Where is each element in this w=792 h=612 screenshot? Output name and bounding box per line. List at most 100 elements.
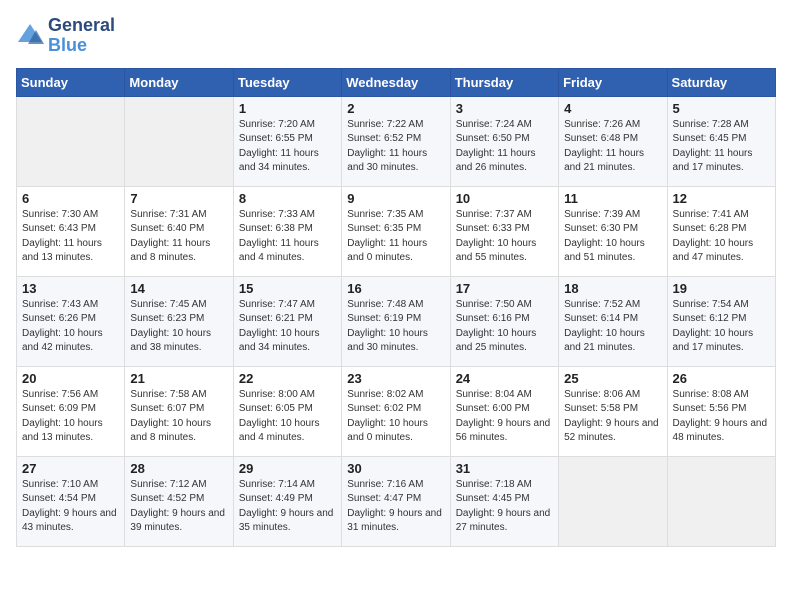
calendar-cell: 15 Sunrise: 7:47 AMSunset: 6:21 PMDaylig…	[233, 276, 341, 366]
day-number: 17	[456, 281, 553, 296]
calendar-cell: 8 Sunrise: 7:33 AMSunset: 6:38 PMDayligh…	[233, 186, 341, 276]
day-number: 4	[564, 101, 661, 116]
day-info: Sunrise: 7:37 AMSunset: 6:33 PMDaylight:…	[456, 208, 553, 266]
calendar-cell: 1 Sunrise: 7:20 AMSunset: 6:55 PMDayligh…	[233, 96, 341, 186]
calendar-cell: 24 Sunrise: 8:04 AMSunset: 6:00 PMDaylig…	[450, 366, 558, 456]
day-info: Sunrise: 7:31 AMSunset: 6:40 PMDaylight:…	[130, 208, 227, 266]
calendar-cell: 21 Sunrise: 7:58 AMSunset: 6:07 PMDaylig…	[125, 366, 233, 456]
calendar-cell: 2 Sunrise: 7:22 AMSunset: 6:52 PMDayligh…	[342, 96, 450, 186]
day-number: 2	[347, 101, 444, 116]
day-number: 3	[456, 101, 553, 116]
calendar-cell: 9 Sunrise: 7:35 AMSunset: 6:35 PMDayligh…	[342, 186, 450, 276]
calendar-cell: 25 Sunrise: 8:06 AMSunset: 5:58 PMDaylig…	[559, 366, 667, 456]
day-number: 1	[239, 101, 336, 116]
day-number: 10	[456, 191, 553, 206]
day-number: 12	[673, 191, 770, 206]
day-info: Sunrise: 8:04 AMSunset: 6:00 PMDaylight:…	[456, 388, 553, 446]
day-number: 13	[22, 281, 119, 296]
calendar-cell: 5 Sunrise: 7:28 AMSunset: 6:45 PMDayligh…	[667, 96, 775, 186]
day-number: 23	[347, 371, 444, 386]
weekday-row: SundayMondayTuesdayWednesdayThursdayFrid…	[17, 68, 776, 96]
day-info: Sunrise: 7:41 AMSunset: 6:28 PMDaylight:…	[673, 208, 770, 266]
calendar-week-row: 6 Sunrise: 7:30 AMSunset: 6:43 PMDayligh…	[17, 186, 776, 276]
day-number: 15	[239, 281, 336, 296]
day-number: 29	[239, 461, 336, 476]
calendar-cell: 19 Sunrise: 7:54 AMSunset: 6:12 PMDaylig…	[667, 276, 775, 366]
day-number: 30	[347, 461, 444, 476]
day-info: Sunrise: 8:06 AMSunset: 5:58 PMDaylight:…	[564, 388, 661, 446]
day-number: 24	[456, 371, 553, 386]
calendar-cell: 6 Sunrise: 7:30 AMSunset: 6:43 PMDayligh…	[17, 186, 125, 276]
calendar-week-row: 13 Sunrise: 7:43 AMSunset: 6:26 PMDaylig…	[17, 276, 776, 366]
weekday-header: Monday	[125, 68, 233, 96]
calendar-cell: 13 Sunrise: 7:43 AMSunset: 6:26 PMDaylig…	[17, 276, 125, 366]
calendar-cell	[667, 456, 775, 546]
day-info: Sunrise: 7:22 AMSunset: 6:52 PMDaylight:…	[347, 118, 444, 176]
day-info: Sunrise: 7:24 AMSunset: 6:50 PMDaylight:…	[456, 118, 553, 176]
calendar-table: SundayMondayTuesdayWednesdayThursdayFrid…	[16, 68, 776, 547]
calendar-cell: 27 Sunrise: 7:10 AMSunset: 4:54 PMDaylig…	[17, 456, 125, 546]
day-info: Sunrise: 7:33 AMSunset: 6:38 PMDaylight:…	[239, 208, 336, 266]
calendar-week-row: 1 Sunrise: 7:20 AMSunset: 6:55 PMDayligh…	[17, 96, 776, 186]
day-info: Sunrise: 7:20 AMSunset: 6:55 PMDaylight:…	[239, 118, 336, 176]
day-number: 31	[456, 461, 553, 476]
day-number: 6	[22, 191, 119, 206]
day-number: 28	[130, 461, 227, 476]
weekday-header: Thursday	[450, 68, 558, 96]
calendar-cell: 26 Sunrise: 8:08 AMSunset: 5:56 PMDaylig…	[667, 366, 775, 456]
calendar-cell: 4 Sunrise: 7:26 AMSunset: 6:48 PMDayligh…	[559, 96, 667, 186]
calendar-cell	[559, 456, 667, 546]
day-number: 21	[130, 371, 227, 386]
calendar-cell: 14 Sunrise: 7:45 AMSunset: 6:23 PMDaylig…	[125, 276, 233, 366]
calendar-cell: 28 Sunrise: 7:12 AMSunset: 4:52 PMDaylig…	[125, 456, 233, 546]
day-info: Sunrise: 7:12 AMSunset: 4:52 PMDaylight:…	[130, 478, 227, 536]
calendar-cell: 31 Sunrise: 7:18 AMSunset: 4:45 PMDaylig…	[450, 456, 558, 546]
calendar-week-row: 20 Sunrise: 7:56 AMSunset: 6:09 PMDaylig…	[17, 366, 776, 456]
logo-text: General Blue	[48, 16, 115, 56]
day-info: Sunrise: 7:56 AMSunset: 6:09 PMDaylight:…	[22, 388, 119, 446]
day-info: Sunrise: 7:48 AMSunset: 6:19 PMDaylight:…	[347, 298, 444, 356]
calendar-cell: 3 Sunrise: 7:24 AMSunset: 6:50 PMDayligh…	[450, 96, 558, 186]
day-info: Sunrise: 8:02 AMSunset: 6:02 PMDaylight:…	[347, 388, 444, 446]
day-info: Sunrise: 8:00 AMSunset: 6:05 PMDaylight:…	[239, 388, 336, 446]
calendar-cell: 10 Sunrise: 7:37 AMSunset: 6:33 PMDaylig…	[450, 186, 558, 276]
calendar-body: 1 Sunrise: 7:20 AMSunset: 6:55 PMDayligh…	[17, 96, 776, 546]
day-info: Sunrise: 8:08 AMSunset: 5:56 PMDaylight:…	[673, 388, 770, 446]
calendar-week-row: 27 Sunrise: 7:10 AMSunset: 4:54 PMDaylig…	[17, 456, 776, 546]
day-number: 7	[130, 191, 227, 206]
day-info: Sunrise: 7:43 AMSunset: 6:26 PMDaylight:…	[22, 298, 119, 356]
day-info: Sunrise: 7:28 AMSunset: 6:45 PMDaylight:…	[673, 118, 770, 176]
calendar-cell	[125, 96, 233, 186]
day-info: Sunrise: 7:26 AMSunset: 6:48 PMDaylight:…	[564, 118, 661, 176]
day-info: Sunrise: 7:30 AMSunset: 6:43 PMDaylight:…	[22, 208, 119, 266]
day-info: Sunrise: 7:45 AMSunset: 6:23 PMDaylight:…	[130, 298, 227, 356]
calendar-cell: 20 Sunrise: 7:56 AMSunset: 6:09 PMDaylig…	[17, 366, 125, 456]
day-number: 22	[239, 371, 336, 386]
calendar-cell: 17 Sunrise: 7:50 AMSunset: 6:16 PMDaylig…	[450, 276, 558, 366]
logo: General Blue	[16, 16, 115, 56]
calendar-cell: 16 Sunrise: 7:48 AMSunset: 6:19 PMDaylig…	[342, 276, 450, 366]
day-info: Sunrise: 7:16 AMSunset: 4:47 PMDaylight:…	[347, 478, 444, 536]
logo-icon	[16, 22, 44, 50]
day-number: 19	[673, 281, 770, 296]
calendar-cell: 12 Sunrise: 7:41 AMSunset: 6:28 PMDaylig…	[667, 186, 775, 276]
day-info: Sunrise: 7:54 AMSunset: 6:12 PMDaylight:…	[673, 298, 770, 356]
calendar-cell: 11 Sunrise: 7:39 AMSunset: 6:30 PMDaylig…	[559, 186, 667, 276]
day-info: Sunrise: 7:35 AMSunset: 6:35 PMDaylight:…	[347, 208, 444, 266]
weekday-header: Sunday	[17, 68, 125, 96]
weekday-header: Tuesday	[233, 68, 341, 96]
day-info: Sunrise: 7:52 AMSunset: 6:14 PMDaylight:…	[564, 298, 661, 356]
calendar-cell: 30 Sunrise: 7:16 AMSunset: 4:47 PMDaylig…	[342, 456, 450, 546]
day-info: Sunrise: 7:50 AMSunset: 6:16 PMDaylight:…	[456, 298, 553, 356]
calendar-header: SundayMondayTuesdayWednesdayThursdayFrid…	[17, 68, 776, 96]
day-number: 27	[22, 461, 119, 476]
day-info: Sunrise: 7:47 AMSunset: 6:21 PMDaylight:…	[239, 298, 336, 356]
calendar-cell: 22 Sunrise: 8:00 AMSunset: 6:05 PMDaylig…	[233, 366, 341, 456]
day-number: 5	[673, 101, 770, 116]
day-info: Sunrise: 7:39 AMSunset: 6:30 PMDaylight:…	[564, 208, 661, 266]
day-number: 14	[130, 281, 227, 296]
day-number: 20	[22, 371, 119, 386]
day-info: Sunrise: 7:58 AMSunset: 6:07 PMDaylight:…	[130, 388, 227, 446]
calendar-cell	[17, 96, 125, 186]
day-number: 18	[564, 281, 661, 296]
